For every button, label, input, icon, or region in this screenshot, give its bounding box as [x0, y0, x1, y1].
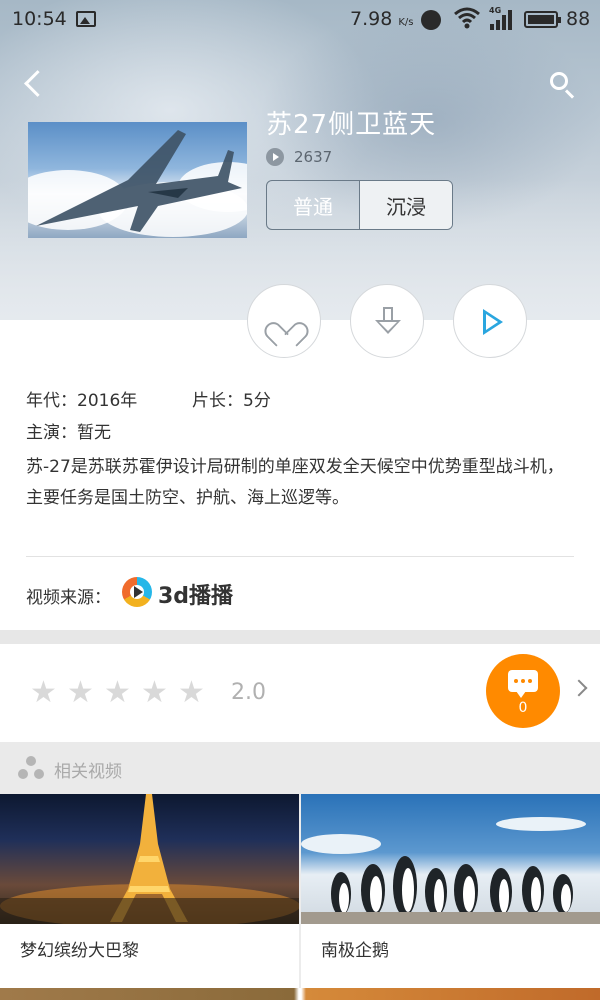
video-title: 梦幻缤纷大巴黎: [20, 941, 139, 961]
battery-icon: [524, 11, 561, 28]
star-icon[interactable]: ★: [67, 678, 94, 708]
eiffel-tower-illustration: [0, 794, 299, 924]
star-icon[interactable]: ★: [178, 678, 205, 708]
status-bar: 10:54 7.98 K/s 4G 88: [0, 0, 600, 40]
related-video-item[interactable]: 梦幻缤纷大巴黎: [0, 794, 299, 1000]
related-video-item[interactable]: 南极企鹅: [301, 794, 600, 1000]
video-title: 苏27侧卫蓝天: [266, 110, 437, 140]
play-button[interactable]: [453, 284, 527, 358]
video-year: 年代：2016年: [26, 391, 138, 411]
video-thumbnail: [0, 794, 299, 924]
back-button[interactable]: [18, 66, 52, 102]
jet-illustration: [36, 130, 242, 232]
search-button[interactable]: [544, 66, 580, 102]
star-icon[interactable]: ★: [141, 678, 168, 708]
like-button[interactable]: [247, 284, 321, 358]
star-icon[interactable]: ★: [104, 678, 131, 708]
source-logo-icon: [122, 576, 152, 608]
status-time: 10:54: [12, 8, 67, 30]
video-cast: 主演：暂无: [26, 423, 111, 443]
section-separator: [0, 630, 600, 644]
view-mode-toggle: 普通 沉浸: [266, 180, 453, 230]
related-videos-header: 相关视频: [0, 742, 600, 794]
source-name: 3d播播: [158, 584, 234, 609]
video-poster: [28, 122, 247, 238]
video-description: 苏-27是苏联苏霍伊设计局研制的单座双发全天候空中优势重型战斗机，主要任务是国土…: [26, 457, 564, 508]
signal-icon: [488, 8, 516, 30]
rating-value: 2.0: [231, 680, 266, 705]
heart-icon: [272, 312, 298, 334]
comment-count: 0: [518, 700, 528, 716]
video-duration: 片长：5分: [192, 391, 271, 411]
alarm-icon: [421, 10, 441, 30]
rating-row: ★ ★ ★ ★ ★ 2.0 0: [0, 644, 600, 742]
net-speed: 7.98 K/s: [350, 8, 414, 30]
chevron-right-icon[interactable]: [570, 679, 588, 697]
more-videos-peek: [0, 988, 600, 1000]
related-videos-title: 相关视频: [54, 762, 122, 782]
play-icon: [483, 309, 503, 335]
penguins-illustration: [301, 817, 600, 924]
video-title: 南极企鹅: [321, 941, 389, 961]
share-icon: [18, 756, 44, 780]
video-thumbnail: [301, 794, 600, 924]
download-icon: [375, 307, 401, 337]
comment-button[interactable]: 0: [486, 654, 560, 728]
play-count-value: 2637: [294, 148, 333, 166]
download-button[interactable]: [350, 284, 424, 358]
video-header: 10:54 7.98 K/s 4G 88 苏27侧卫蓝天 2637 普通 沉浸: [0, 0, 600, 320]
mode-normal-button[interactable]: 普通: [267, 181, 359, 229]
wifi-icon: [453, 6, 481, 36]
source-label: 视频来源：: [26, 588, 111, 608]
divider: [26, 556, 574, 557]
battery-level: 88: [566, 8, 591, 30]
image-notification-icon: [76, 11, 96, 27]
mode-immersive-button[interactable]: 沉浸: [359, 181, 452, 229]
play-count-icon: [266, 148, 284, 166]
star-icon[interactable]: ★: [30, 678, 57, 708]
